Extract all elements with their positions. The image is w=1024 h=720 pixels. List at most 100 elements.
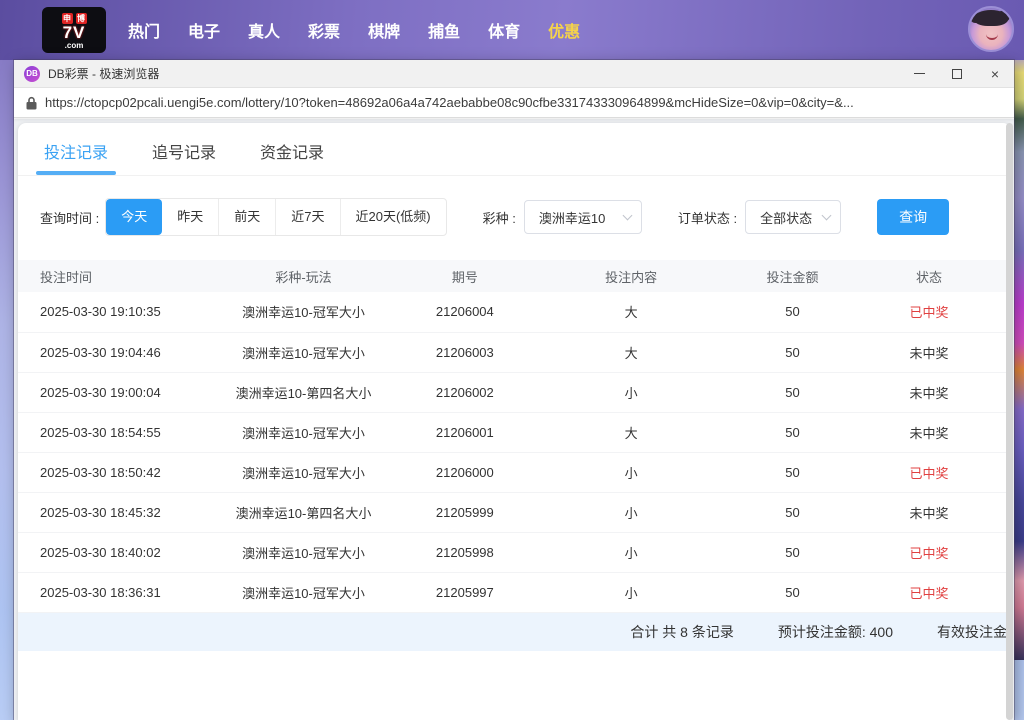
cell-game: 澳洲幸运10-第四名大小 [202, 372, 406, 412]
logo-badge-right: 博 [76, 13, 87, 24]
nav-item-优惠[interactable]: 优惠 [548, 18, 580, 42]
cell-amount: 50 [738, 532, 847, 572]
status-select-value: 全部状态 [760, 208, 812, 227]
nav-menu: 热门 电子 真人 彩票 棋牌 捕鱼 体育 优惠 [128, 18, 580, 42]
cell-time: 2025-03-30 19:10:35 [18, 292, 202, 332]
avatar-hair-bun-right [998, 10, 1010, 22]
time-chip-近20天(低频)[interactable]: 近20天(低频) [340, 199, 446, 235]
lottery-select[interactable]: 澳洲幸运10 [524, 200, 642, 234]
minimize-button[interactable] [900, 60, 938, 87]
background-page-strip [1013, 0, 1024, 660]
cell-status: 已中奖 [847, 292, 1011, 332]
cell-status: 已中奖 [847, 572, 1011, 612]
active-tab-underline [36, 171, 116, 175]
page-content: 投注记录 追号记录 资金记录 查询时间 : 今天昨天前天近7天近20天(低频) 彩种… [14, 119, 1014, 720]
avatar-hair-bun-left [970, 12, 981, 23]
table-row[interactable]: 2025-03-30 19:10:35澳洲幸运10-冠军大小21206004大5… [18, 292, 1011, 332]
column-header-投注时间: 投注时间 [18, 260, 202, 292]
time-chip-前天[interactable]: 前天 [218, 199, 275, 235]
cell-content: 小 [524, 452, 737, 492]
maximize-icon [952, 69, 962, 79]
table-header-row: 投注时间彩种-玩法期号投注内容投注金额状态 [18, 260, 1011, 292]
cell-amount: 50 [738, 372, 847, 412]
search-button[interactable]: 查询 [877, 199, 949, 235]
records-panel: 投注记录 追号记录 资金记录 查询时间 : 今天昨天前天近7天近20天(低频) 彩种… [18, 123, 1011, 720]
cell-status: 未中奖 [847, 372, 1011, 412]
minimize-icon [914, 73, 925, 74]
cell-issue: 21205998 [405, 532, 524, 572]
status-filter-label: 订单状态 : [678, 208, 737, 227]
cell-time: 2025-03-30 18:36:31 [18, 572, 202, 612]
bet-records-table: 投注时间彩种-玩法期号投注内容投注金额状态 2025-03-30 19:10:3… [18, 260, 1011, 613]
cell-game: 澳洲幸运10-冠军大小 [202, 412, 406, 452]
cell-game: 澳洲幸运10-冠军大小 [202, 332, 406, 372]
browser-window: DB DB彩票 - 极速浏览器 × https://ctopcp02pcali.… [14, 60, 1014, 720]
logo-text: 7V [63, 24, 86, 41]
logo-badges: 申 博 [62, 13, 87, 24]
tab-资金记录[interactable]: 资金记录 [260, 139, 324, 175]
time-chip-昨天[interactable]: 昨天 [162, 199, 218, 235]
cell-status: 已中奖 [847, 452, 1011, 492]
cell-game: 澳洲幸运10-冠军大小 [202, 452, 406, 492]
browser-tab-icon: DB [24, 66, 40, 82]
filter-row: 查询时间 : 今天昨天前天近7天近20天(低频) 彩种 : 澳洲幸运10 订单状… [18, 198, 1011, 236]
nav-item-电子[interactable]: 电子 [188, 18, 220, 42]
cell-time: 2025-03-30 18:54:55 [18, 412, 202, 452]
nav-item-捕鱼[interactable]: 捕鱼 [428, 18, 460, 42]
cell-issue: 21206001 [405, 412, 524, 452]
cell-time: 2025-03-30 19:00:04 [18, 372, 202, 412]
nav-item-彩票[interactable]: 彩票 [308, 18, 340, 42]
table-row[interactable]: 2025-03-30 18:54:55澳洲幸运10-冠军大小21206001大5… [18, 412, 1011, 452]
summary-bar: 合计 共 8 条记录预计投注金额: 400有效投注金 [18, 613, 1011, 651]
address-bar[interactable]: https://ctopcp02pcali.uengi5e.com/lotter… [14, 88, 1014, 118]
avatar-smile [986, 34, 998, 40]
lottery-select-value: 澳洲幸运10 [539, 208, 605, 227]
table-row[interactable]: 2025-03-30 18:50:42澳洲幸运10-冠军大小21206000小5… [18, 452, 1011, 492]
cell-status: 未中奖 [847, 412, 1011, 452]
nav-item-热门[interactable]: 热门 [128, 18, 160, 42]
cell-issue: 21206000 [405, 452, 524, 492]
cell-game: 澳洲幸运10-冠军大小 [202, 532, 406, 572]
table-row[interactable]: 2025-03-30 18:36:31澳洲幸运10-冠军大小21205997小5… [18, 572, 1011, 612]
time-chip-今天[interactable]: 今天 [106, 199, 162, 235]
table-row[interactable]: 2025-03-30 18:45:32澳洲幸运10-第四名大小21205999小… [18, 492, 1011, 532]
summary-item-0: 合计 共 8 条记录 [630, 622, 733, 642]
logo-subtext: .com [65, 41, 84, 50]
user-avatar[interactable] [968, 6, 1014, 52]
site-navbar: 申 博 7V .com 热门 电子 真人 彩票 棋牌 捕鱼 体育 优惠 [0, 0, 1024, 60]
table-row[interactable]: 2025-03-30 19:04:46澳洲幸运10-冠军大小21206003大5… [18, 332, 1011, 372]
cell-content: 小 [524, 572, 737, 612]
site-logo[interactable]: 申 博 7V .com [42, 7, 106, 53]
cell-status: 未中奖 [847, 332, 1011, 372]
summary-item-2: 有效投注金 [937, 622, 1007, 642]
lottery-filter-label: 彩种 : [483, 208, 516, 227]
table-row[interactable]: 2025-03-30 18:40:02澳洲幸运10-冠军大小21205998小5… [18, 532, 1011, 572]
time-chip-近7天[interactable]: 近7天 [275, 199, 339, 235]
order-status-select[interactable]: 全部状态 [745, 200, 841, 234]
column-header-状态: 状态 [847, 260, 1011, 292]
cell-amount: 50 [738, 492, 847, 532]
lock-icon [26, 96, 37, 110]
tab-投注记录[interactable]: 投注记录 [44, 139, 108, 175]
window-titlebar[interactable]: DB DB彩票 - 极速浏览器 × [14, 60, 1014, 88]
cell-content: 小 [524, 492, 737, 532]
column-header-投注内容: 投注内容 [524, 260, 737, 292]
window-title: DB彩票 - 极速浏览器 [48, 65, 159, 82]
table-row[interactable]: 2025-03-30 19:00:04澳洲幸运10-第四名大小21206002小… [18, 372, 1011, 412]
maximize-button[interactable] [938, 60, 976, 87]
nav-item-棋牌[interactable]: 棋牌 [368, 18, 400, 42]
column-header-投注金额: 投注金额 [738, 260, 847, 292]
nav-item-体育[interactable]: 体育 [488, 18, 520, 42]
cell-game: 澳洲幸运10-冠军大小 [202, 572, 406, 612]
nav-item-真人[interactable]: 真人 [248, 18, 280, 42]
cell-issue: 21206002 [405, 372, 524, 412]
time-filter-label: 查询时间 : [40, 208, 99, 227]
cell-amount: 50 [738, 412, 847, 452]
tab-追号记录[interactable]: 追号记录 [152, 139, 216, 175]
url-text: https://ctopcp02pcali.uengi5e.com/lotter… [45, 95, 854, 110]
cell-amount: 50 [738, 452, 847, 492]
cell-issue: 21205997 [405, 572, 524, 612]
time-filter-chips: 今天昨天前天近7天近20天(低频) [105, 198, 446, 236]
vertical-scrollbar[interactable] [1006, 123, 1013, 720]
close-button[interactable]: × [976, 60, 1014, 87]
